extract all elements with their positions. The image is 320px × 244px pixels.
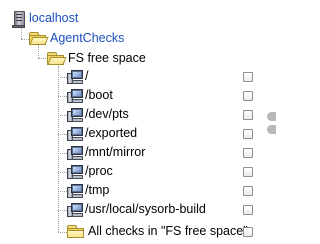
check-label[interactable]: /proc [85,162,113,181]
all-checks-label[interactable]: All checks in "FS free space" [88,222,248,241]
tree-node-check[interactable]: /exported [66,124,137,143]
tree-guide-category-vertical [58,66,59,232]
computer-check-icon [66,164,84,180]
tree-node-label[interactable]: FS free space [68,49,146,68]
check-select-checkbox[interactable] [243,72,253,82]
computer-check-icon [66,145,84,161]
folder-open-icon [46,51,67,66]
tree-node-fs-free-space[interactable]: FS free space [46,49,146,68]
computer-check-icon [66,88,84,104]
check-select-checkbox[interactable] [243,186,253,196]
tree-node-check[interactable]: / [66,67,88,86]
computer-check-icon [66,126,84,142]
check-select-checkbox[interactable] [243,91,253,101]
computer-check-icon [66,202,84,218]
computer-check-icon [66,107,84,123]
check-label[interactable]: / [85,67,88,86]
check-select-checkbox[interactable] [243,110,253,120]
check-select-checkbox[interactable] [243,167,253,177]
tree-node-check[interactable]: /mnt/mirror [66,143,145,162]
check-label[interactable]: /dev/pts [85,105,129,124]
check-select-checkbox[interactable] [243,129,253,139]
tree-node-check[interactable]: /dev/pts [66,105,129,124]
scroll-down-knob[interactable] [267,125,276,134]
tree-node-label[interactable]: AgentChecks [50,29,124,48]
tree-node-label[interactable]: localhost [29,9,78,28]
tree-guide-category [38,58,46,59]
all-checks-select-checkbox[interactable] [243,227,253,237]
check-label[interactable]: /mnt/mirror [85,143,145,162]
server-icon [12,10,26,28]
tree-node-localhost[interactable]: localhost [12,9,78,28]
check-tree: localhost AgentChecks FS free space / /b… [0,0,276,244]
tree-node-check[interactable]: /boot [66,86,113,105]
tree-node-agentchecks[interactable]: AgentChecks [28,29,124,48]
computer-check-icon [66,183,84,199]
tree-node-check[interactable]: /tmp [66,181,109,200]
tree-node-check[interactable]: /usr/local/sysorb-build [66,200,206,219]
tree-node-all-checks[interactable]: All checks in "FS free space" [66,222,248,241]
folder-open-icon [28,31,49,46]
scroll-up-knob[interactable] [267,112,276,121]
computer-check-icon [66,69,84,85]
folder-icon [66,224,86,239]
check-label[interactable]: /exported [85,124,137,143]
tree-node-check[interactable]: /proc [66,162,113,181]
check-label[interactable]: /boot [85,86,113,105]
check-label[interactable]: /usr/local/sysorb-build [85,200,206,219]
check-select-checkbox[interactable] [243,148,253,158]
check-select-checkbox[interactable] [243,205,253,215]
scroll-handle[interactable] [265,110,276,136]
check-label[interactable]: /tmp [85,181,109,200]
